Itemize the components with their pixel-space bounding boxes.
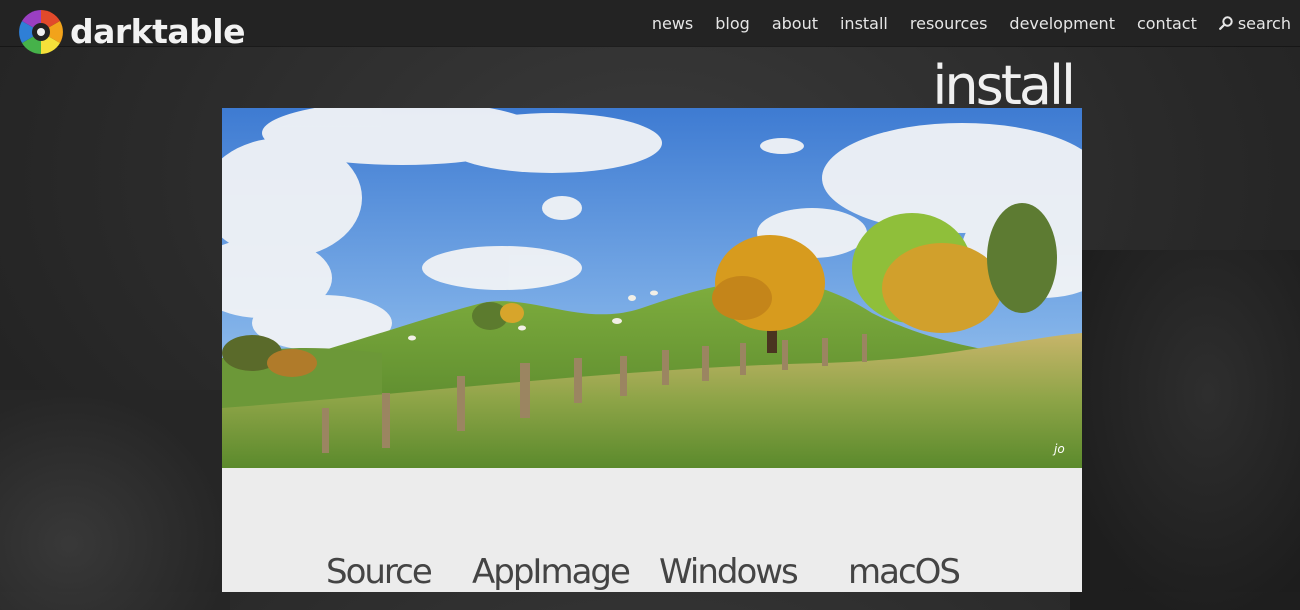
brand-name: darktable bbox=[70, 12, 245, 51]
background-hill-left bbox=[0, 390, 230, 610]
nav-about[interactable]: about bbox=[772, 14, 818, 33]
nav-development[interactable]: development bbox=[1009, 14, 1115, 33]
option-macos[interactable]: macOS bbox=[848, 552, 961, 592]
option-appimage[interactable]: AppImage bbox=[472, 552, 631, 592]
background-hill-right bbox=[1070, 250, 1300, 610]
darktable-logo-icon bbox=[19, 10, 63, 54]
nav-blog[interactable]: blog bbox=[715, 14, 750, 33]
hero-photo-credit: jo bbox=[1054, 442, 1065, 456]
nav-search[interactable]: search bbox=[1218, 13, 1291, 33]
hero-image bbox=[222, 108, 1082, 468]
option-windows[interactable]: Windows bbox=[659, 552, 799, 592]
nav-resources[interactable]: resources bbox=[910, 14, 988, 33]
main-nav: news blog about install resources develo… bbox=[630, 0, 1291, 46]
search-label: search bbox=[1237, 13, 1291, 33]
install-panel: Source AppImage Windows macOS bbox=[222, 468, 1082, 592]
nav-contact[interactable]: contact bbox=[1137, 14, 1197, 33]
option-source[interactable]: Source bbox=[326, 552, 433, 592]
site-logo[interactable]: darktable bbox=[18, 9, 245, 55]
nav-install[interactable]: install bbox=[840, 14, 888, 33]
install-options: Source AppImage Windows macOS bbox=[222, 552, 1082, 592]
nav-news[interactable]: news bbox=[652, 14, 693, 33]
top-navigation-bar: darktable news blog about install resour… bbox=[0, 0, 1300, 54]
search-icon bbox=[1218, 16, 1233, 30]
